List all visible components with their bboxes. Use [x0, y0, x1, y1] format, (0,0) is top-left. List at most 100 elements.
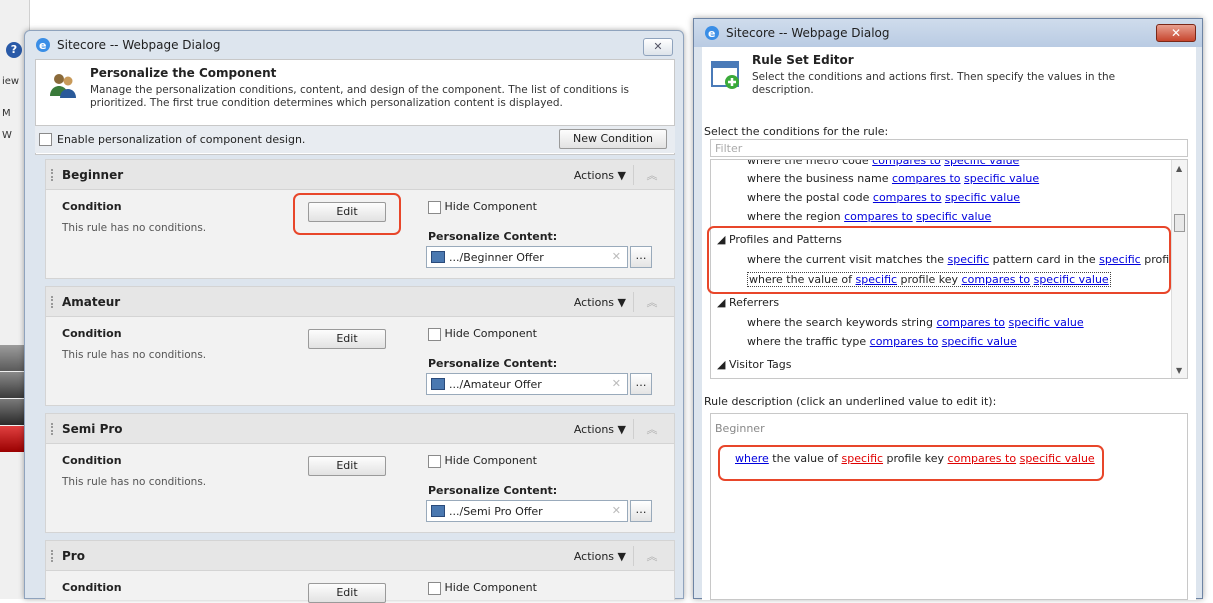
- scrollbar[interactable]: ▲ ▼: [1171, 160, 1187, 378]
- rule-set-editor-dialog: e Sitecore -- Webpage Dialog ✕ Rule Set …: [693, 18, 1203, 600]
- enable-checkbox[interactable]: [39, 132, 52, 146]
- highlight-annotation: [707, 226, 1171, 294]
- condition-label: Condition: [62, 327, 122, 340]
- collapse-icon[interactable]: ︽: [644, 167, 660, 183]
- scroll-down-icon[interactable]: ▼: [1176, 366, 1182, 375]
- editor-body: Select the conditions for the rule: Filt…: [702, 123, 1196, 600]
- hide-component-label: Hide Component: [444, 200, 537, 213]
- close-button[interactable]: ✕: [643, 38, 673, 56]
- hide-component-label: Hide Component: [444, 327, 537, 340]
- browser-icon: e: [705, 26, 719, 40]
- hide-component-row: Hide Component: [428, 581, 537, 595]
- filter-input[interactable]: Filter: [710, 139, 1188, 157]
- content-value: .../Semi Pro Offer: [449, 505, 543, 518]
- hide-component-label: Hide Component: [444, 454, 537, 467]
- edit-button[interactable]: Edit: [308, 329, 386, 349]
- window-title: Sitecore -- Webpage Dialog: [57, 38, 221, 52]
- hide-component-row: Hide Component: [428, 454, 537, 468]
- browser-icon: e: [36, 38, 50, 52]
- list-group-visitor-tags[interactable]: ◢ Visitor Tags: [717, 358, 792, 371]
- page-title: Rule Set Editor: [752, 53, 854, 67]
- edit-button[interactable]: Edit: [308, 456, 386, 476]
- expand-arrow-icon: ◢: [717, 296, 726, 309]
- content-value: .../Amateur Offer: [449, 378, 542, 391]
- actions-label: Actions: [573, 296, 615, 309]
- background-tile: [0, 345, 26, 371]
- list-item[interactable]: where the business name compares to spec…: [747, 172, 1039, 185]
- list-item[interactable]: where the postal code compares to specif…: [747, 191, 1020, 204]
- scroll-up-icon[interactable]: ▲: [1176, 164, 1182, 173]
- item-icon: [431, 505, 445, 517]
- dropdown-arrow-icon: ▼: [617, 550, 626, 563]
- hide-component-checkbox[interactable]: [428, 327, 441, 341]
- browse-button[interactable]: …: [630, 373, 652, 395]
- personalize-content-label: Personalize Content:: [428, 230, 558, 243]
- background-tile: [0, 399, 26, 425]
- content-field[interactable]: .../Semi Pro Offer ✕: [426, 500, 628, 522]
- window-title: Sitecore -- Webpage Dialog: [726, 26, 890, 40]
- dialog-header: Rule Set Editor Select the conditions an…: [702, 47, 1196, 123]
- drag-handle[interactable]: [51, 169, 53, 181]
- enable-label: Enable personalization of component desi…: [57, 133, 306, 146]
- browse-button[interactable]: …: [630, 246, 652, 268]
- clear-icon[interactable]: ✕: [612, 250, 621, 263]
- new-condition-button[interactable]: New Condition: [559, 129, 667, 149]
- enable-row: Enable personalization of component desi…: [35, 125, 675, 153]
- svg-text:e: e: [39, 39, 46, 52]
- section-name: Amateur: [62, 295, 121, 309]
- title-bar: e Sitecore -- Webpage Dialog ✕: [694, 19, 1202, 47]
- hide-component-row: Hide Component: [428, 327, 537, 341]
- section-name: Semi Pro: [62, 422, 123, 436]
- rule-description-box: Beginner where the value of specific pro…: [710, 413, 1188, 600]
- no-conditions-text: This rule has no conditions.: [62, 222, 207, 234]
- actions-label: Actions: [573, 169, 615, 182]
- expand-arrow-icon: ◢: [717, 358, 726, 371]
- dropdown-arrow-icon: ▼: [617, 423, 626, 436]
- hide-component-checkbox[interactable]: [428, 454, 441, 468]
- list-item[interactable]: where the metro code compares to specifi…: [747, 160, 1019, 167]
- actions-menu[interactable]: Actions ▼: [574, 550, 626, 563]
- actions-menu[interactable]: Actions ▼: [574, 423, 626, 436]
- divider: [633, 546, 634, 566]
- collapse-icon[interactable]: ︽: [644, 548, 660, 564]
- clear-icon[interactable]: ✕: [612, 504, 621, 517]
- title-bar: e Sitecore -- Webpage Dialog ✕: [25, 31, 683, 59]
- rule-section-amateur: Amateur Actions ▼ ︽ Condition Edit This …: [45, 286, 675, 406]
- content-field[interactable]: .../Amateur Offer ✕: [426, 373, 628, 395]
- close-button[interactable]: ✕: [1156, 24, 1196, 42]
- header-description: Manage the personalization conditions, c…: [90, 84, 630, 109]
- section-header: Semi Pro Actions ▼ ︽: [46, 414, 674, 444]
- divider: [633, 165, 634, 185]
- edit-button[interactable]: Edit: [308, 583, 386, 603]
- highlight-annotation: [718, 445, 1104, 481]
- list-item[interactable]: where the search keywords string compare…: [747, 316, 1084, 329]
- condition-label: Condition: [62, 581, 122, 594]
- collapse-icon[interactable]: ︽: [644, 294, 660, 310]
- drag-handle[interactable]: [51, 423, 53, 435]
- close-icon: ✕: [653, 40, 663, 53]
- hide-component-checkbox[interactable]: [428, 200, 441, 214]
- divider: [633, 292, 634, 312]
- section-header: Amateur Actions ▼ ︽: [46, 287, 674, 317]
- list-group-referrers[interactable]: ◢ Referrers: [717, 296, 779, 309]
- help-icon[interactable]: ?: [6, 42, 22, 58]
- content-field[interactable]: .../Beginner Offer ✕: [426, 246, 628, 268]
- clear-icon[interactable]: ✕: [612, 377, 621, 390]
- list-item[interactable]: where the region compares to specific va…: [747, 210, 991, 223]
- enable-checkbox-wrap: [39, 132, 52, 146]
- actions-menu[interactable]: Actions ▼: [574, 296, 626, 309]
- drag-handle[interactable]: [51, 550, 53, 562]
- dropdown-arrow-icon: ▼: [617, 296, 626, 309]
- close-icon: ✕: [1170, 26, 1182, 40]
- no-conditions-text: This rule has no conditions.: [62, 476, 207, 488]
- hide-component-label: Hide Component: [444, 581, 537, 594]
- condition-label: Condition: [62, 454, 122, 467]
- scroll-thumb[interactable]: [1174, 214, 1185, 232]
- actions-menu[interactable]: Actions ▼: [574, 169, 626, 182]
- drag-handle[interactable]: [51, 296, 53, 308]
- browse-button[interactable]: …: [630, 500, 652, 522]
- hide-component-checkbox[interactable]: [428, 581, 441, 595]
- collapse-icon[interactable]: ︽: [644, 421, 660, 437]
- item-icon: [431, 251, 445, 263]
- list-item[interactable]: where the traffic type compares to speci…: [747, 335, 1017, 348]
